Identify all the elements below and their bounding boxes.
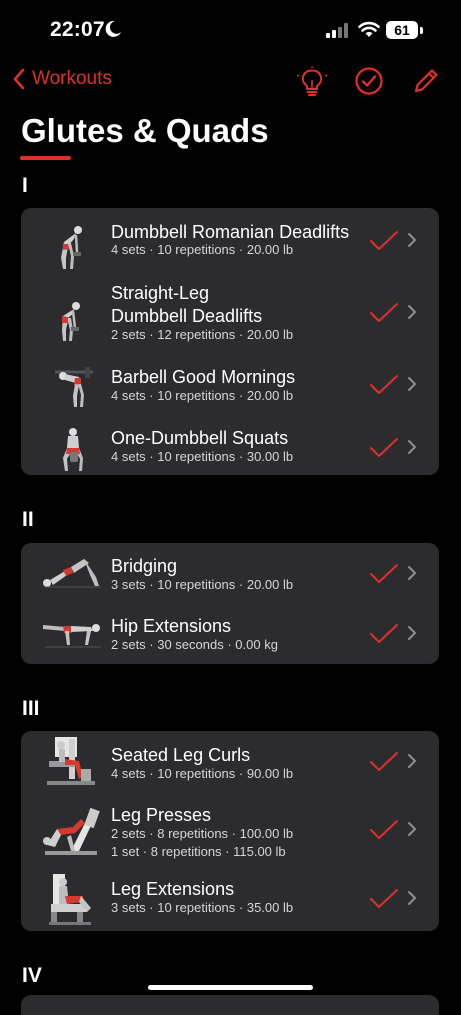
checkmark-icon: [370, 889, 398, 908]
exercise-thumbnail: [47, 737, 95, 785]
exercise-name: Straight-Leg: [111, 283, 210, 303]
exercise-detail: 2 sets · 8 repetitions · 100.00 lb: [111, 826, 294, 841]
cellular-signal-icon: [326, 23, 348, 38]
section-label: IV: [22, 964, 42, 987]
title-underline: [20, 156, 71, 160]
wifi-icon: [358, 21, 380, 37]
chevron-right-icon: [408, 233, 416, 247]
status-bar: 22:07 61: [0, 0, 461, 60]
chevron-left-icon: [13, 68, 25, 90]
chevron-right-icon: [408, 822, 416, 836]
section-label: II: [22, 508, 34, 531]
exercise-row[interactable]: Barbell Good Mornings 4 sets · 10 repeti…: [21, 352, 439, 414]
checkmark-icon: [370, 375, 398, 394]
battery-tip: [420, 27, 423, 34]
lightbulb-icon[interactable]: [297, 66, 327, 98]
exercise-thumbnail: [55, 367, 93, 407]
exercise-detail: 3 sets · 10 repetitions · 35.00 lb: [111, 900, 294, 915]
exercise-detail: 1 set · 8 repetitions · 115.00 lb: [111, 844, 286, 859]
exercise-name: One-Dumbbell Squats: [111, 428, 289, 448]
exercise-thumbnail: [61, 226, 82, 269]
chevron-right-icon: [408, 440, 416, 454]
exercise-detail: 4 sets · 10 repetitions · 90.00 lb: [111, 766, 294, 781]
back-button[interactable]: Workouts: [12, 68, 112, 90]
exercise-row[interactable]: Hip Extensions 2 sets · 30 seconds · 0.0…: [21, 603, 439, 664]
status-time: 22:07: [50, 18, 105, 41]
exercise-name: Seated Leg Curls: [111, 745, 251, 765]
chevron-right-icon: [408, 305, 416, 319]
exercise-name-continued: Dumbbell Deadlifts: [111, 306, 263, 326]
exercise-row[interactable]: Leg Presses 2 sets · 8 repetitions · 100…: [21, 793, 439, 868]
checkmark-icon: [370, 752, 398, 771]
chevron-right-icon: [408, 566, 416, 580]
section-label: I: [22, 174, 28, 197]
exercise-thumbnail: [43, 559, 101, 588]
exercise-name: Hip Extensions: [111, 616, 232, 636]
exercise-detail: 2 sets · 30 seconds · 0.00 kg: [111, 637, 278, 652]
exercise-thumbnail: [49, 874, 91, 925]
exercise-detail: 4 sets · 10 repetitions · 20.00 lb: [111, 242, 294, 257]
checkmark-icon: [370, 624, 398, 643]
exercise-group-card: Bridging 3 sets · 10 repetitions · 20.00…: [21, 543, 439, 664]
exercise-group-card: [21, 995, 439, 1015]
chevron-right-icon: [408, 891, 416, 905]
exercise-name: Leg Extensions: [111, 879, 235, 899]
exercise-name: Bridging: [111, 556, 178, 576]
exercise-thumbnail: [62, 302, 80, 341]
page-title: Glutes & Quads: [21, 112, 269, 149]
home-indicator[interactable]: [148, 985, 313, 990]
navigation-bar: Workouts: [0, 62, 461, 102]
exercise-thumbnail: [43, 807, 100, 855]
exercise-row[interactable]: Straight-Leg Dumbbell Deadlifts 2 sets ·…: [21, 276, 439, 352]
exercise-row[interactable]: Dumbbell Romanian Deadlifts 4 sets · 10 …: [21, 208, 439, 276]
chevron-right-icon: [408, 377, 416, 391]
back-label: Workouts: [32, 68, 112, 89]
exercise-group-card: Seated Leg Curls 4 sets · 10 repetitions…: [21, 731, 439, 931]
exercise-detail: 3 sets · 10 repetitions · 20.00 lb: [111, 577, 294, 592]
chevron-right-icon: [408, 754, 416, 768]
moon-icon: [105, 20, 121, 37]
exercise-thumbnail: [63, 428, 83, 471]
exercise-row[interactable]: One-Dumbbell Squats 4 sets · 10 repetiti…: [21, 414, 439, 475]
exercise-name: Dumbbell Romanian Deadlifts: [111, 222, 350, 242]
exercise-row[interactable]: Bridging 3 sets · 10 repetitions · 20.00…: [21, 543, 439, 603]
checkmark-circle-icon[interactable]: [354, 66, 384, 96]
exercise-row[interactable]: Leg Extensions 3 sets · 10 repetitions ·…: [21, 868, 439, 931]
chevron-right-icon: [408, 626, 416, 640]
pencil-icon[interactable]: [411, 66, 441, 96]
checkmark-icon: [370, 564, 398, 583]
exercise-name: Leg Presses: [111, 805, 212, 825]
exercise-name: Barbell Good Mornings: [111, 367, 296, 387]
exercise-detail: 4 sets · 10 repetitions · 20.00 lb: [111, 388, 294, 403]
exercise-row[interactable]: Seated Leg Curls 4 sets · 10 repetitions…: [21, 731, 439, 793]
exercise-group-card: Dumbbell Romanian Deadlifts 4 sets · 10 …: [21, 208, 439, 475]
exercise-thumbnail: [43, 624, 101, 648]
exercise-detail: 4 sets · 10 repetitions · 30.00 lb: [111, 449, 294, 464]
exercise-detail: 2 sets · 12 repetitions · 20.00 lb: [111, 327, 294, 342]
section-label: III: [22, 697, 40, 720]
checkmark-icon: [370, 231, 398, 250]
battery-indicator: 61: [386, 21, 418, 39]
checkmark-icon: [370, 303, 398, 322]
checkmark-icon: [370, 438, 398, 457]
checkmark-icon: [370, 820, 398, 839]
